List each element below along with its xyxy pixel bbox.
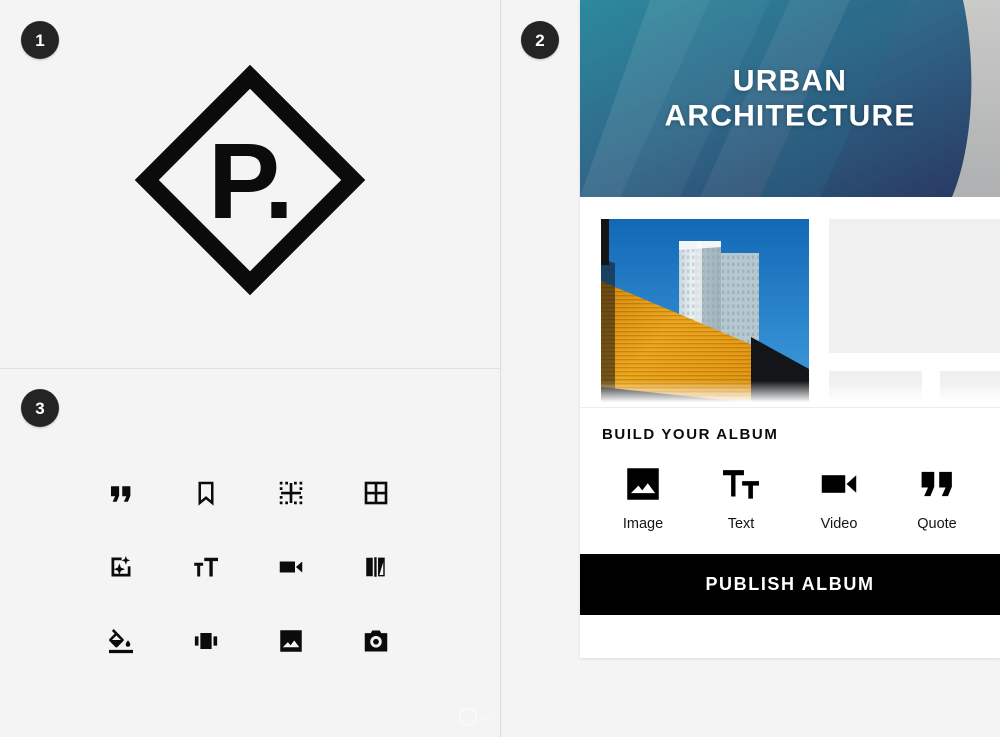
watermark: en xyxy=(455,704,535,734)
album-content-strip xyxy=(580,197,1000,407)
build-item-label: Text xyxy=(727,516,755,532)
brand-logo: P. xyxy=(130,60,370,305)
build-album-title: BUILD YOUR ALBUM xyxy=(602,426,779,443)
hero-title-line-1: URBAN xyxy=(732,64,848,98)
hero-banner: URBAN ARCHITECTURE xyxy=(580,0,1000,197)
build-item-quote[interactable]: Quote xyxy=(888,449,986,532)
carousel-icon[interactable] xyxy=(163,604,248,678)
skyscraper-photo[interactable] xyxy=(601,219,809,407)
grid-four-icon[interactable] xyxy=(333,456,418,530)
text-size-icon[interactable] xyxy=(163,530,248,604)
svg-text:en: en xyxy=(481,713,493,725)
build-item-video[interactable]: Video xyxy=(790,449,888,532)
quote-icon[interactable] xyxy=(78,456,163,530)
hero-title-line-2: ARCHITECTURE xyxy=(664,99,916,133)
bookmark-icon[interactable] xyxy=(163,456,248,530)
placeholder-main[interactable] xyxy=(829,219,1000,353)
fill-color-icon[interactable] xyxy=(78,604,163,678)
screenshot-root: P. en URBAN ARCHITECTURE BUILD YOUR ALBU… xyxy=(0,0,1000,737)
image-icon[interactable] xyxy=(248,604,333,678)
panel-badge-3: 3 xyxy=(21,389,59,427)
build-item-label: Image xyxy=(622,516,664,532)
flip-icon[interactable] xyxy=(333,530,418,604)
logo-panel: P. xyxy=(0,0,500,368)
content-fade-overlay xyxy=(580,381,1000,407)
panel-badge-2: 2 xyxy=(521,21,559,59)
build-item-text[interactable]: Text xyxy=(692,449,790,532)
camera-icon[interactable] xyxy=(333,604,418,678)
video-icon xyxy=(817,461,861,507)
publish-album-button[interactable]: PUBLISH ALBUM xyxy=(580,554,1000,615)
image-icon xyxy=(621,461,665,507)
diamond-monogram-icon: P. xyxy=(134,64,366,295)
svg-text:P.: P. xyxy=(208,120,292,241)
build-item-label: Video xyxy=(820,516,858,532)
panel-badge-1: 1 xyxy=(21,21,59,59)
icon-grid-panel xyxy=(0,369,500,737)
left-column: P. en xyxy=(0,0,500,737)
panel-divider-horizontal xyxy=(0,368,500,369)
auto-enhance-icon[interactable] xyxy=(78,530,163,604)
build-album-section: BUILD YOUR ALBUM Image Text Video Quote xyxy=(580,407,1000,554)
crop-guides-icon[interactable] xyxy=(248,456,333,530)
quote-icon xyxy=(915,461,959,507)
column-divider-vertical xyxy=(500,0,501,737)
album-builder-card: URBAN ARCHITECTURE BUILD YOUR ALBUM Imag… xyxy=(580,0,1000,658)
build-album-items: Image Text Video Quote xyxy=(580,449,1000,532)
build-item-image[interactable]: Image xyxy=(594,449,692,532)
right-column: URBAN ARCHITECTURE BUILD YOUR ALBUM Imag… xyxy=(501,0,1000,737)
hero-title: URBAN ARCHITECTURE xyxy=(580,63,1000,134)
icon-grid xyxy=(78,456,418,678)
video-icon[interactable] xyxy=(248,530,333,604)
build-item-label: Quote xyxy=(917,516,957,532)
text-size-icon xyxy=(719,461,763,507)
